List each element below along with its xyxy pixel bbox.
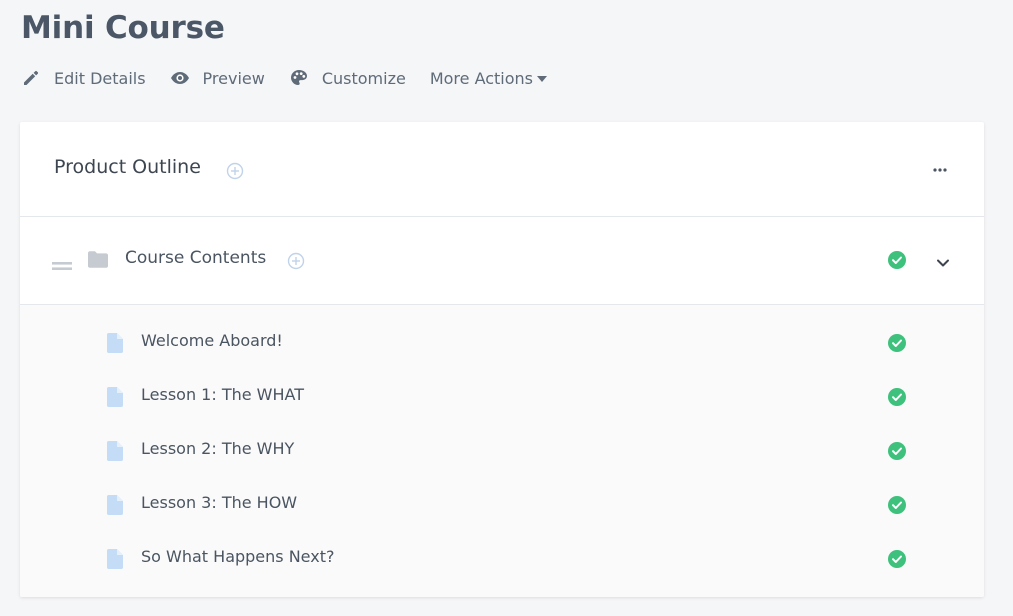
lesson-item[interactable]: Lesson 2: The WHY [20,413,984,467]
document-icon [107,441,123,465]
lesson-title: So What Happens Next? [141,547,335,566]
document-icon [107,333,123,357]
caret-down-icon [537,76,548,82]
lesson-title: Lesson 1: The WHAT [141,385,304,404]
check-circle-icon [888,251,906,273]
preview-label: Preview [202,68,265,88]
lesson-item[interactable]: So What Happens Next? [20,521,984,575]
check-circle-icon [888,442,906,464]
product-outline-card: Product Outline Course Contents Welcome … [20,122,984,597]
product-outline-title: Product Outline [54,156,201,178]
document-icon [107,495,123,519]
palette-icon [289,68,309,88]
section-course-contents[interactable]: Course Contents [20,217,984,305]
lesson-item[interactable]: Lesson 1: The WHAT [20,359,984,413]
document-icon [107,549,123,573]
lesson-list: Welcome Aboard! Lesson 1: The WHAT Lesso… [20,305,984,597]
check-circle-icon [888,334,906,356]
pencil-icon [21,68,41,88]
lesson-title: Welcome Aboard! [141,331,283,350]
folder-icon [88,251,108,272]
card-header: Product Outline [20,122,984,217]
eye-icon [170,68,190,88]
section-title: Course Contents [125,248,267,268]
lesson-item[interactable]: Welcome Aboard! [20,305,984,359]
document-icon [107,387,123,411]
customize-label: Customize [321,68,406,88]
edit-details-label: Edit Details [54,68,146,88]
chevron-down-icon[interactable] [936,253,950,272]
plus-circle-icon[interactable] [287,252,305,274]
customize-button[interactable]: Customize [289,68,406,88]
ellipsis-icon[interactable] [932,162,948,182]
check-circle-icon [888,550,906,572]
lesson-item[interactable]: Lesson 3: The HOW [20,467,984,521]
edit-details-button[interactable]: Edit Details [21,68,146,88]
lesson-title: Lesson 2: The WHY [141,439,295,458]
lesson-title: Lesson 3: The HOW [141,493,298,512]
page-title: Mini Course [21,10,225,46]
action-bar: Edit Details Preview Customize More Acti… [21,64,571,92]
plus-circle-icon[interactable] [226,162,244,184]
check-circle-icon [888,496,906,518]
drag-handle-icon[interactable] [52,256,72,275]
check-circle-icon [888,388,906,410]
more-actions-label: More Actions [429,68,534,88]
more-actions-dropdown[interactable]: More Actions [429,68,548,88]
preview-button[interactable]: Preview [170,68,265,88]
